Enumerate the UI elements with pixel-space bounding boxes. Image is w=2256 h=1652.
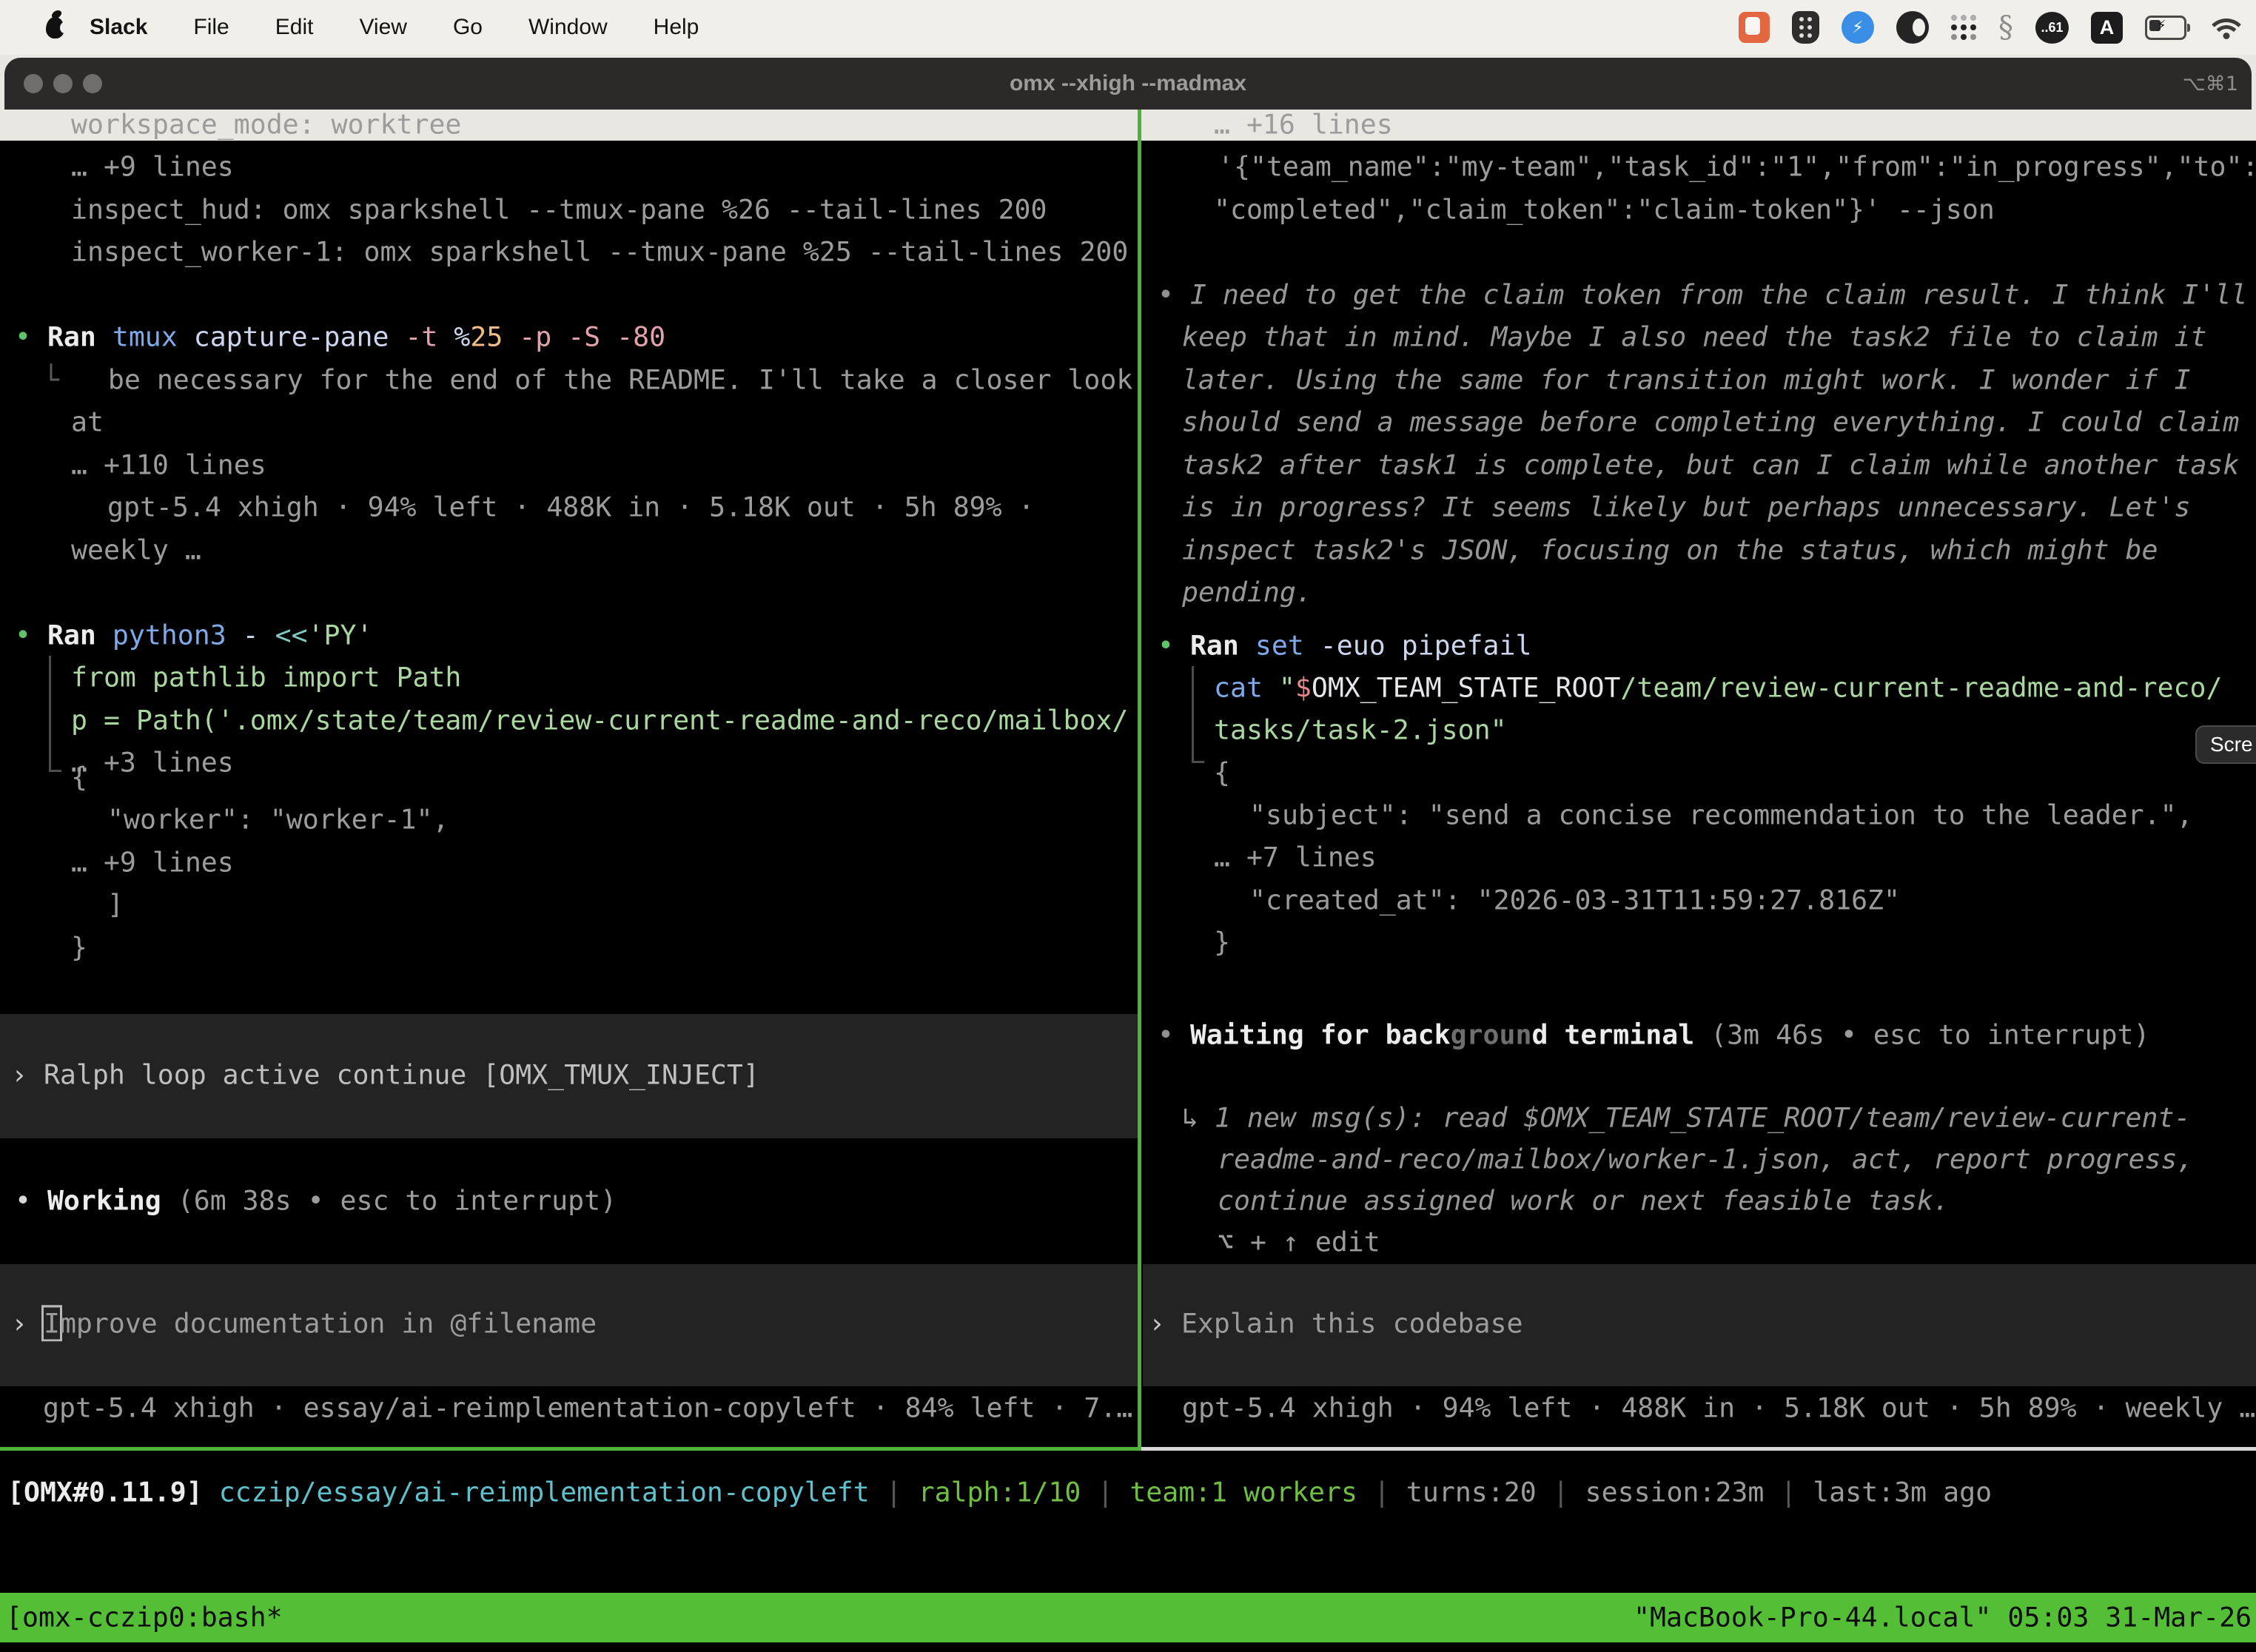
terminal-line: • Ran set -euo pipefail [1158,624,1531,667]
menu-window[interactable]: Window [528,15,608,40]
terminal-line: readme-and-reco/mailbox/worker-1.json, a… [1218,1138,2194,1181]
indent-guide [49,656,61,772]
terminal-line: cat "$OMX_TEAM_STATE_ROOT/team/review-cu… [1214,666,2222,709]
terminal-line: } [1214,921,1230,964]
dots-grid-icon[interactable] [1951,15,1976,40]
terminal-line: weekly … [71,528,201,571]
terminal-line: … +3 lines [71,741,234,784]
ralph-loop-status: › Ralph loop active continue [OMX_TMUX_I… [11,1053,759,1096]
terminal-line: { [71,756,87,799]
terminal-line: tasks/task-2.json" [1214,708,1507,751]
tmux-session-name: [omx-cczip0:bash* [6,1596,283,1639]
terminal-line: ↳ 1 new msg(s): read $OMX_TEAM_STATE_ROO… [1182,1096,2190,1139]
terminal-line: at [71,400,104,443]
menu-help[interactable]: Help [654,15,699,40]
keynote-circle-icon[interactable] [1896,11,1929,44]
terminal-line: later. Using the same for transition mig… [1182,358,2190,401]
menu-edit[interactable]: Edit [275,15,314,40]
grid-dots [1951,15,1957,21]
terminal-line: "created_at": "2026-03-31T11:59:27.816Z" [1249,879,1900,921]
terminal-line: … +9 lines [71,145,234,188]
terminal-line: └ be necessary for the end of the README… [43,358,1132,401]
terminal-line: } [71,926,87,969]
prompt-text-left[interactable]: › Improve documentation in @filename [11,1302,597,1345]
apple-menu-icon[interactable] [46,17,64,38]
terminal-line: ⌥ + ↑ edit [1218,1220,1380,1263]
terminal-line: is in progress? It seems likely but perh… [1182,486,2190,528]
working-status: • Working (6m 38s • esc to interrupt) [15,1179,617,1222]
window-shortcut: ⌥⌘1 [2183,58,2238,110]
menu-status-icons: ⚡ § ..61 A ⚡ [1739,10,2244,44]
session-info-left: gpt-5.4 xhigh · essay/ai-reimplementatio… [43,1386,1132,1429]
menu-items: Slack File Edit View Go Window Help [90,15,699,40]
shield-dots [1799,17,1804,21]
tmux-status-bar: [omx-cczip0:bash* "MacBook-Pro-44.local" … [0,1593,2256,1642]
window-title-bar: omx --xhigh --madmax ⌥⌘1 [4,58,2252,110]
screen-tooltip[interactable]: Scre [2195,725,2256,764]
badge-61-icon[interactable]: ..61 [2035,12,2069,44]
pane-divider[interactable] [1138,110,1141,1451]
pane-border-left [0,1447,1138,1451]
window-title: omx --xhigh --madmax [4,58,2252,110]
terminal-line: { [1214,751,1230,794]
terminal-line: inspect_worker-1: omx sparkshell --tmux-… [71,230,1128,273]
menu-view[interactable]: View [359,15,406,40]
menu-file[interactable]: File [193,15,229,40]
input-source-icon[interactable]: A [2091,12,2123,44]
terminal-line: gpt-5.4 xhigh · 94% left · 488K in · 5.1… [107,486,1035,528]
messenger-icon[interactable]: ⚡ [1842,11,1874,44]
omx-status-bar: [OMX#0.11.9] cczip/essay/ai-reimplementa… [0,1471,2256,1516]
chat-app-icon[interactable] [1739,12,1770,43]
terminal-line: from pathlib import Path [71,656,461,699]
terminal-line: inspect_hud: omx sparkshell --tmux-pane … [71,188,1047,231]
terminal-line: … +7 lines [1214,836,1377,879]
terminal-line: ] [107,883,124,926]
squiggle-icon[interactable]: § [1998,10,2013,44]
prompt-text-right[interactable]: › Explain this codebase [1149,1302,1523,1345]
terminal-line: should send a message before completing … [1182,400,2239,443]
session-info-right: gpt-5.4 xhigh · 94% left · 488K in · 5.1… [1182,1386,2255,1429]
shield-grid-icon[interactable] [1792,11,1819,44]
waiting-status: • Waiting for background terminal (3m 46… [1158,1013,2150,1056]
terminal-line: inspect task2's JSON, focusing on the st… [1182,528,2158,571]
terminal-line: • I need to get the claim token from the… [1158,273,2247,316]
indent-guide [1192,666,1204,763]
lightning-icon: ⚡ [2157,18,2166,33]
terminal-line: keep that in mind. Maybe I also need the… [1182,315,2206,358]
terminal-line: continue assigned work or next feasible … [1218,1179,1950,1222]
terminal-line: "subject": "send a concise recommendatio… [1249,793,2193,836]
terminal-line: '{"team_name":"my-team","task_id":"1","f… [1218,145,2256,188]
terminal-line: … +110 lines [71,443,266,486]
terminal-line: p = Path('.omx/state/team/review-current… [71,699,1128,742]
terminal-line: … +9 lines [71,841,234,884]
menu-go[interactable]: Go [453,15,483,40]
wifi-icon[interactable] [2209,14,2244,41]
menu-slack[interactable]: Slack [90,15,147,40]
terminal-line: "completed","claim_token":"claim-token"}… [1214,188,1995,231]
terminal-content: workspace_mode: worktree… +9 linesinspec… [0,110,2256,1652]
omx-status-line: [OMX#0.11.9] cczip/essay/ai-reimplementa… [7,1471,1992,1514]
battery-charging-icon[interactable]: ⚡ [2145,16,2186,40]
terminal-line: "worker": "worker-1", [107,798,449,841]
tmux-host-clock: "MacBook-Pro-44.local" 05:03 31-Mar-26 [1634,1596,2252,1639]
menu-bar: Slack File Edit View Go Window Help ⚡ § ..61 A… [0,0,2256,55]
terminal-line: task2 after task1 is complete, but can I… [1182,443,2239,486]
terminal-line: • Ran python3 - <<'PY' [15,614,372,657]
terminal-line: pending. [1182,571,1312,614]
pane-border-right [1141,1447,2256,1451]
terminal-line: • Ran tmux capture-pane -t %25 -p -S -80 [15,315,665,358]
